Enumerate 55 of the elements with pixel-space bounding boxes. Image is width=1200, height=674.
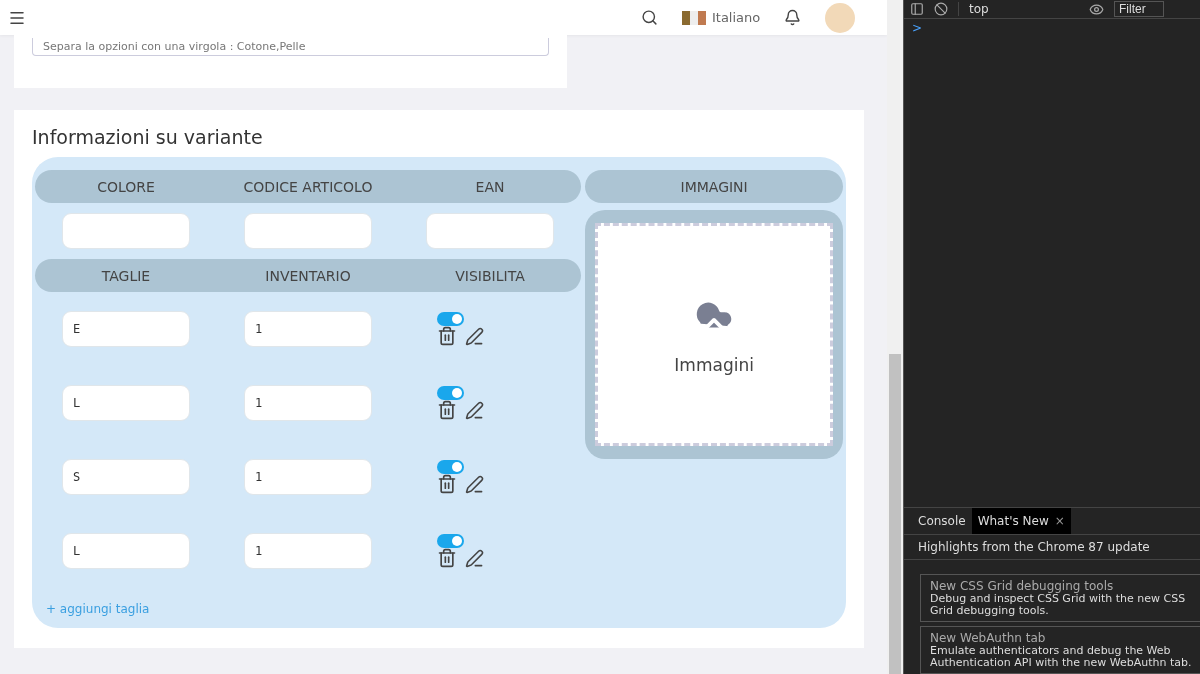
highlights-title: Highlights from the Chrome 87 update <box>904 534 1200 560</box>
column-header: IMMAGINI <box>679 178 749 195</box>
news-card[interactable]: New CSS Grid debugging tools Debug and inspect CSS Grid with the new CSS Grid debugging tools. <box>920 573 1200 622</box>
size-field[interactable]: L <box>62 533 190 569</box>
pencil-icon[interactable] <box>464 327 484 346</box>
input-field[interactable] <box>426 213 554 249</box>
news-title: New CSS Grid debugging tools <box>930 578 1115 593</box>
devtools-tab[interactable]: Console <box>912 507 972 534</box>
language-selector[interactable]: Italiano <box>681 10 761 25</box>
inventory-field[interactable]: 1 <box>244 385 372 421</box>
trash-icon[interactable] <box>436 400 457 420</box>
devtools-tab[interactable]: What's New × <box>971 507 1071 534</box>
news-text: Emulate authenticators and debug the Web Authentication API with the new WebAuthn tab. <box>930 644 1193 669</box>
column-header: INVENTARIO <box>264 267 352 284</box>
visibility-toggle[interactable] <box>436 312 464 326</box>
size-field[interactable]: L <box>62 385 190 421</box>
visibility-toggle[interactable] <box>436 460 464 474</box>
console-prompt: > <box>911 20 924 37</box>
search-icon[interactable] <box>640 9 658 26</box>
visibility-toggle[interactable] <box>436 386 464 400</box>
size-field[interactable]: E <box>62 311 190 347</box>
column-header: EAN <box>474 178 506 195</box>
inventory-field[interactable]: 1 <box>244 459 372 495</box>
clear-icon[interactable] <box>934 2 948 16</box>
news-text: Debug and inspect CSS Grid with the new CSS Grid debugging tools. <box>930 592 1187 617</box>
input-field[interactable] <box>244 213 372 249</box>
image-dropzone[interactable]: Immagini <box>595 223 834 446</box>
bell-icon[interactable] <box>784 9 802 26</box>
section-title: Informazioni su variante <box>32 126 264 148</box>
sidebar-icon[interactable] <box>910 2 924 16</box>
flag-icon <box>681 10 706 25</box>
column-header: CODICE ARTICOLO <box>242 178 374 195</box>
column-header: COLORE <box>96 178 156 195</box>
pencil-icon[interactable] <box>464 475 484 494</box>
scrollbar-thumb[interactable] <box>889 354 901 674</box>
eye-icon[interactable] <box>1089 1 1104 17</box>
pencil-icon[interactable] <box>464 401 484 420</box>
news-card[interactable]: New WebAuthn tab Emulate authenticators and debug the Web Authentication API with the new WebAuthn tab. <box>920 625 1200 674</box>
size-field[interactable]: S <box>62 459 190 495</box>
close-tab-icon[interactable]: × <box>1054 513 1065 528</box>
visibility-toggle[interactable] <box>436 534 464 548</box>
inventory-field[interactable]: 1 <box>244 533 372 569</box>
trash-icon[interactable] <box>436 326 457 346</box>
trash-icon[interactable] <box>436 474 457 494</box>
pencil-icon[interactable] <box>464 549 484 568</box>
trash-icon[interactable] <box>436 548 457 568</box>
column-header: VISIBILITA <box>454 267 526 284</box>
inventory-field[interactable]: 1 <box>244 311 372 347</box>
dropzone-label: Immagini <box>674 354 754 375</box>
context-selector[interactable]: top <box>958 2 1079 16</box>
filter-field[interactable]: Filter <box>1114 1 1164 17</box>
options-field[interactable]: Separa la opzioni con una virgola : Cotone,Pelle <box>32 38 550 56</box>
input-field[interactable] <box>62 213 190 249</box>
column-header: TAGLIE <box>100 267 152 284</box>
news-title: New WebAuthn tab <box>930 630 1047 645</box>
